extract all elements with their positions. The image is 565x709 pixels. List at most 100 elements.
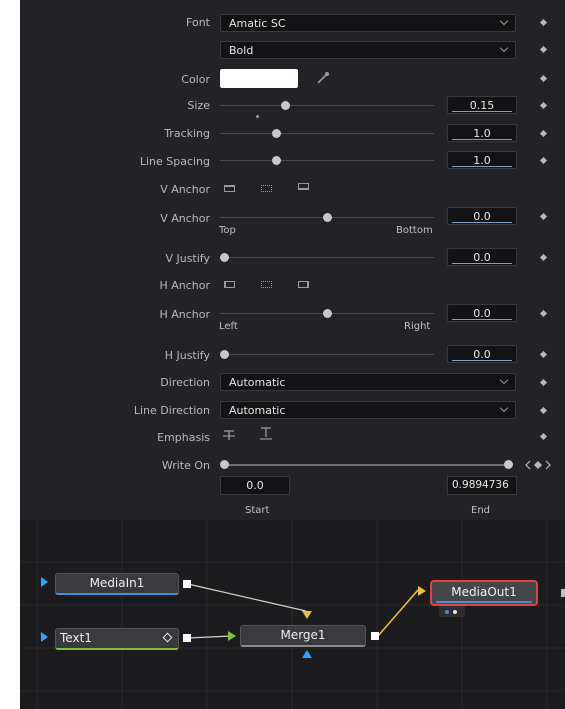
keyframe-diamond-icon[interactable] (539, 253, 548, 262)
color-label: Color (181, 73, 210, 86)
keyframe-diamond-icon[interactable] (539, 129, 548, 138)
keyframe-diamond-icon[interactable] (539, 212, 548, 221)
view-dot-left-icon (445, 610, 449, 614)
connection-text-merge (187, 635, 233, 639)
keyframe-diamond-icon[interactable] (539, 45, 548, 54)
merge1-node[interactable]: Merge1 (240, 625, 366, 647)
size-slider-track[interactable] (220, 105, 434, 106)
default-marker-icon (256, 115, 259, 118)
anchor-bottom-icon[interactable] (298, 183, 309, 190)
merge1-node-label: Merge1 (280, 628, 326, 642)
v-justify-value-field[interactable]: 0.0 (447, 248, 517, 266)
v-anchor-min-label: Top (219, 225, 236, 236)
v-justify-slider-track[interactable] (220, 257, 434, 258)
node-graph[interactable]: MediaIn1 Text1 Merge1 MediaOut1 (20, 520, 565, 709)
underline-icon[interactable] (259, 426, 273, 441)
keyframe-diamond-icon[interactable] (539, 406, 548, 415)
merge-foreground-input-icon[interactable] (228, 631, 236, 641)
keyframe-diamond-icon[interactable] (539, 432, 548, 441)
v-anchor-value-field[interactable]: 0.0 (447, 207, 517, 225)
mediaout1-node[interactable]: MediaOut1 (430, 580, 538, 606)
h-anchor-value-field[interactable]: 0.0 (447, 304, 517, 322)
keyframe-diamond-icon[interactable] (539, 156, 548, 165)
chevron-down-icon (499, 16, 509, 26)
text1-output-port[interactable] (183, 634, 191, 642)
keyframe-diamond-icon[interactable] (539, 309, 548, 318)
write-on-range-track[interactable] (224, 464, 510, 466)
v-anchor-label: V Anchor (160, 212, 210, 225)
mediaout1-output-port[interactable] (561, 589, 565, 597)
line-direction-value: Automatic (229, 404, 286, 417)
merge-mask-input-icon[interactable] (302, 650, 312, 658)
mediain1-node[interactable]: MediaIn1 (55, 573, 179, 595)
tracking-slider-knob[interactable] (272, 129, 281, 138)
h-justify-value-field[interactable]: 0.0 (447, 345, 517, 363)
write-on-end-label: End (471, 505, 491, 516)
font-family-dropdown[interactable]: Amatic SC (220, 14, 516, 32)
font-style-value: Bold (229, 44, 254, 57)
line-spacing-label: Line Spacing (139, 155, 210, 168)
v-anchor-slider-knob[interactable] (323, 213, 332, 222)
chevron-down-icon (499, 43, 509, 53)
connection-merge-mediaout (377, 589, 419, 637)
mediaout-view-indicator[interactable] (439, 606, 465, 617)
h-justify-slider-track[interactable] (220, 354, 434, 355)
tracking-label: Tracking (164, 127, 210, 140)
write-on-start-label: Start (245, 505, 270, 516)
text1-node-label: Text1 (60, 631, 92, 645)
direction-dropdown[interactable]: Automatic (220, 373, 516, 391)
line-direction-label: Line Direction (133, 404, 210, 417)
write-on-end-knob[interactable] (504, 460, 513, 469)
keyframe-navigation-icon[interactable] (524, 459, 552, 471)
h-anchor-label: H Anchor (159, 308, 210, 321)
line-spacing-slider-track[interactable] (220, 160, 434, 161)
node-underline (436, 601, 532, 603)
keyframe-diamond-icon (162, 632, 173, 643)
chevron-down-icon (499, 403, 509, 413)
keyframe-diamond-icon[interactable] (539, 74, 548, 83)
anchor-top-icon[interactable] (224, 185, 235, 192)
mediain1-output-port[interactable] (183, 580, 191, 588)
v-justify-slider-knob[interactable] (220, 253, 229, 262)
font-label: Font (186, 16, 210, 29)
anchor-left-icon[interactable] (224, 281, 235, 288)
color-swatch[interactable] (220, 69, 298, 88)
size-slider-knob[interactable] (281, 101, 290, 110)
keyframe-diamond-icon[interactable] (539, 378, 548, 387)
h-anchor-min-label: Left (219, 321, 238, 332)
keyframe-diamond-icon[interactable] (539, 101, 548, 110)
tracking-value-field[interactable]: 1.0 (447, 124, 517, 142)
anchor-middle-icon[interactable] (261, 281, 272, 288)
keyframe-diamond-icon[interactable] (539, 18, 548, 27)
anchor-center-icon[interactable] (261, 185, 272, 192)
text1-node[interactable]: Text1 (55, 628, 179, 650)
strikethrough-icon[interactable] (222, 428, 236, 442)
chevron-down-icon (499, 375, 509, 385)
v-justify-label: V Justify (165, 252, 210, 265)
write-on-start-field[interactable]: 0.0 (220, 476, 290, 495)
keyframe-diamond-icon[interactable] (539, 350, 548, 359)
inspector-panel: Font Amatic SC Bold Color Size 0.15 Trac… (20, 0, 565, 520)
connection-mediain-merge (187, 583, 307, 612)
font-style-dropdown[interactable]: Bold (220, 41, 516, 59)
mediain1-node-label: MediaIn1 (89, 576, 145, 590)
tracking-slider-track[interactable] (220, 133, 434, 134)
merge1-output-port[interactable] (371, 632, 379, 640)
line-spacing-value-field[interactable]: 1.0 (447, 151, 517, 169)
write-on-end-field[interactable]: 0.9894736 (447, 476, 517, 495)
input-arrow-icon (41, 632, 48, 642)
font-family-value: Amatic SC (229, 17, 286, 30)
node-graph-grid (20, 520, 565, 709)
size-value-field[interactable]: 0.15 (447, 96, 517, 114)
v-anchor-max-label: Bottom (396, 225, 433, 236)
merge-background-input-icon[interactable] (302, 611, 312, 619)
anchor-right-icon[interactable] (298, 281, 309, 288)
direction-value: Automatic (229, 376, 286, 389)
line-spacing-slider-knob[interactable] (272, 156, 281, 165)
h-justify-slider-knob[interactable] (220, 350, 229, 359)
eyedropper-icon[interactable] (315, 70, 331, 86)
h-anchor-slider-knob[interactable] (323, 309, 332, 318)
write-on-start-knob[interactable] (220, 460, 229, 469)
line-direction-dropdown[interactable]: Automatic (220, 401, 516, 419)
mediaout-input-icon[interactable] (418, 586, 426, 596)
